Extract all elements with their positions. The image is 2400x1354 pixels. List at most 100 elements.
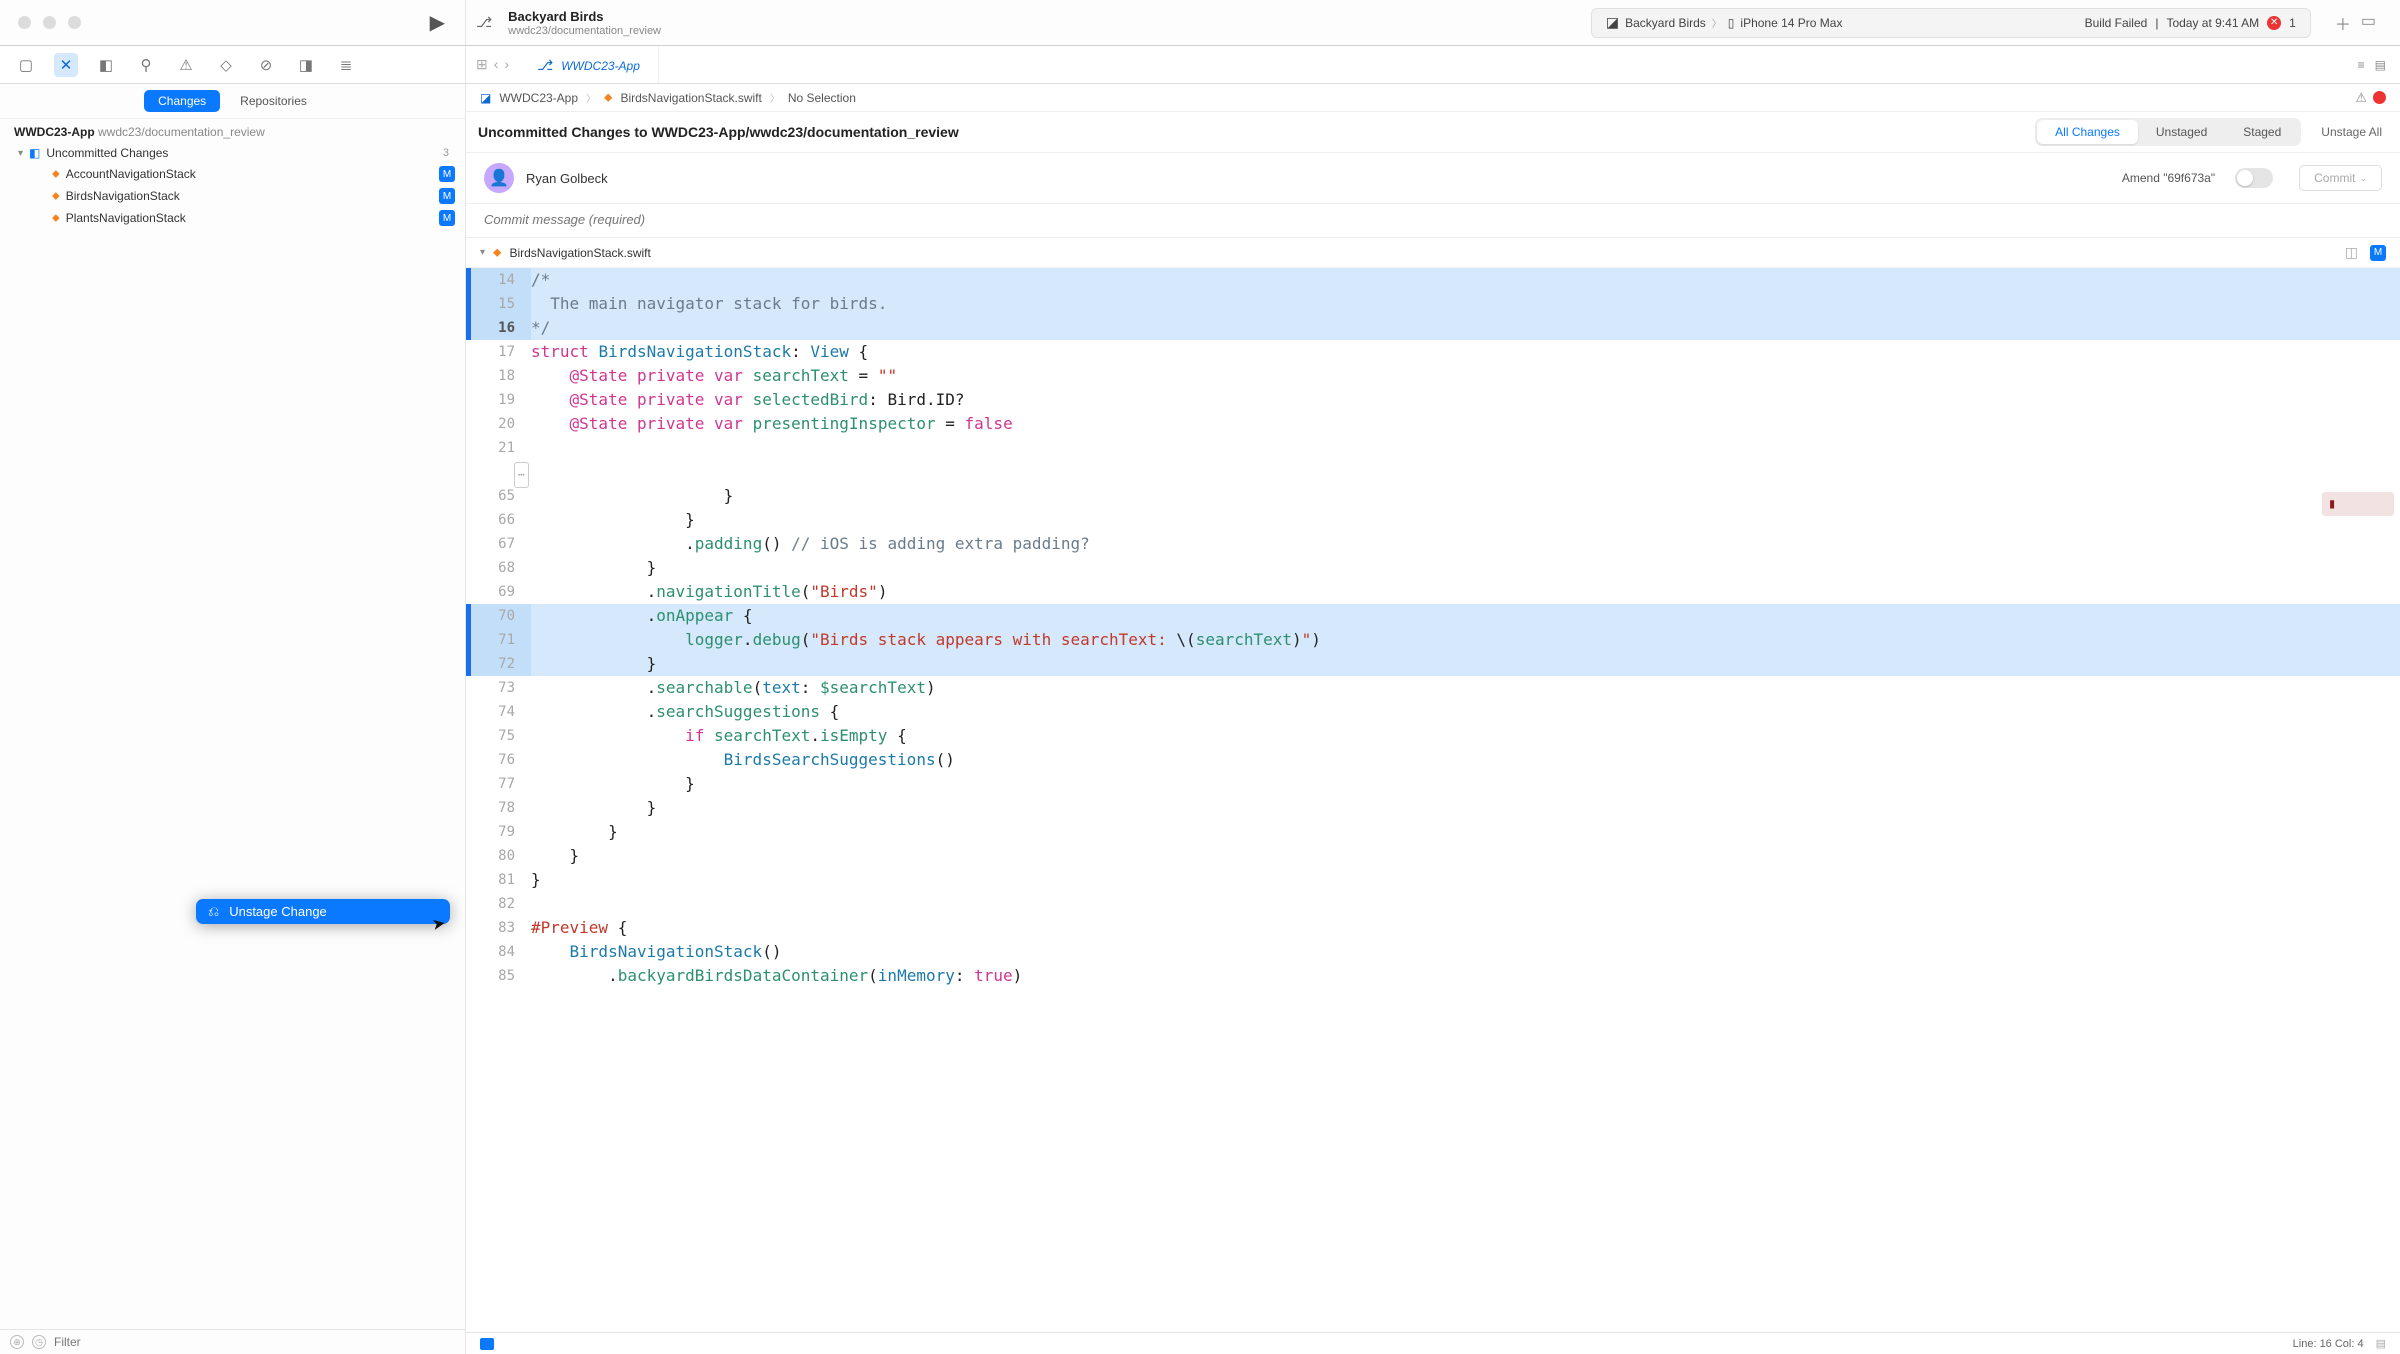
split-diff-icon[interactable]: ◫ bbox=[2345, 244, 2358, 261]
code-line[interactable]: ⋯ bbox=[466, 460, 2400, 484]
scheme-name[interactable]: Backyard Birds bbox=[1625, 16, 1706, 30]
swift-file-icon: ⬥ bbox=[52, 190, 60, 203]
segment-unstaged[interactable]: Unstaged bbox=[2138, 120, 2225, 144]
code-line[interactable]: 67 .padding() // iOS is adding extra pad… bbox=[466, 532, 2400, 556]
jumpbar-item-1[interactable]: BirdsNavigationStack.swift bbox=[620, 91, 761, 105]
source-control-nav-icon[interactable]: ✕ bbox=[54, 53, 78, 77]
swift-file-icon: ⬥ bbox=[604, 90, 612, 105]
code-line[interactable]: 72 } bbox=[466, 652, 2400, 676]
related-items-icon[interactable]: ⊞ bbox=[476, 56, 488, 73]
code-line[interactable]: 76 BirdsSearchSuggestions() bbox=[466, 748, 2400, 772]
code-editor[interactable]: ▮ 14/*15 The main navigator stack for bi… bbox=[466, 268, 2400, 1332]
code-line[interactable]: 73 .searchable(text: $searchText) bbox=[466, 676, 2400, 700]
go-back-icon[interactable]: ‹ bbox=[494, 56, 499, 73]
code-line[interactable]: 80 } bbox=[466, 844, 2400, 868]
chevron-right-icon: 〉 bbox=[1712, 15, 1722, 30]
tests-nav-icon[interactable]: ◇ bbox=[214, 56, 238, 74]
code-line[interactable]: 19 @State private var selectedBird: Bird… bbox=[466, 388, 2400, 412]
code-line[interactable]: 20 @State private var presentingInspecto… bbox=[466, 412, 2400, 436]
chevron-down-icon: ⌄ bbox=[2359, 173, 2367, 184]
segment-all-changes[interactable]: All Changes bbox=[2037, 120, 2138, 144]
activity-view[interactable]: ◪ Backyard Birds 〉 ▯ iPhone 14 Pro Max B… bbox=[1591, 8, 2311, 38]
project-title: Backyard Birds bbox=[508, 9, 661, 24]
commit-message-input[interactable] bbox=[484, 212, 2382, 227]
code-line[interactable]: 78 } bbox=[466, 796, 2400, 820]
editor-tab[interactable]: ⎇ WWDC23-App bbox=[519, 46, 659, 83]
error-icon[interactable] bbox=[2373, 91, 2386, 104]
bookmark-ribbon[interactable]: ▮ bbox=[2322, 492, 2394, 516]
device-name[interactable]: iPhone 14 Pro Max bbox=[1740, 16, 1842, 30]
filter-clock-icon[interactable]: ◷ bbox=[32, 1335, 46, 1349]
report-nav-icon[interactable]: ≣ bbox=[334, 56, 358, 74]
code-line[interactable]: 21 bbox=[466, 436, 2400, 460]
stage-icon: ◧ bbox=[29, 146, 40, 160]
unstage-all-button[interactable]: Unstage All bbox=[2321, 125, 2382, 139]
code-line[interactable]: 75 if searchText.isEmpty { bbox=[466, 724, 2400, 748]
outline-icon[interactable]: ▤ bbox=[2376, 1337, 2386, 1350]
segment-repositories[interactable]: Repositories bbox=[226, 90, 321, 112]
warning-icon[interactable]: ⚠ bbox=[2355, 90, 2367, 106]
breakpoint-nav-icon[interactable]: ◨ bbox=[294, 56, 318, 74]
sidebar-uncommitted-root[interactable]: ▾ ◧ Uncommitted Changes 3 bbox=[0, 143, 465, 163]
folder-nav-icon[interactable]: ▢ bbox=[14, 56, 38, 74]
close-window-icon[interactable] bbox=[18, 16, 31, 29]
unstage-change-item[interactable]: Unstage Change bbox=[229, 904, 446, 919]
code-line[interactable]: 16*/ bbox=[466, 316, 2400, 340]
sidebar-file-0[interactable]: ⬥ AccountNavigationStack M bbox=[0, 163, 465, 185]
zoom-window-icon[interactable] bbox=[68, 16, 81, 29]
segment-staged[interactable]: Staged bbox=[2225, 120, 2299, 144]
context-menu[interactable]: ⎌ Unstage Change bbox=[196, 899, 450, 924]
adjust-editor-icon[interactable]: ▤ bbox=[2375, 58, 2386, 72]
issues-nav-icon[interactable]: ⚠ bbox=[174, 56, 198, 74]
code-line[interactable]: 83#Preview { bbox=[466, 916, 2400, 940]
minimize-window-icon[interactable] bbox=[43, 16, 56, 29]
amend-toggle[interactable] bbox=[2235, 168, 2273, 188]
editor-options-icon[interactable]: ≡ bbox=[2358, 58, 2365, 72]
error-count-badge[interactable]: ✕ bbox=[2267, 16, 2281, 30]
sidebar-file-1[interactable]: ⬥ BirdsNavigationStack M bbox=[0, 185, 465, 207]
jumpbar-item-2[interactable]: No Selection bbox=[788, 91, 856, 105]
code-line[interactable]: 85 .backyardBirdsDataContainer(inMemory:… bbox=[466, 964, 2400, 988]
changes-filter-segment[interactable]: All Changes Unstaged Staged bbox=[2035, 118, 2301, 146]
code-line[interactable]: 79 } bbox=[466, 820, 2400, 844]
unstage-icon: ⎌ bbox=[200, 903, 219, 920]
segment-changes[interactable]: Changes bbox=[144, 90, 220, 112]
disclosure-icon[interactable]: ▾ bbox=[18, 148, 23, 159]
debug-nav-icon[interactable]: ⊘ bbox=[254, 56, 278, 74]
commit-button[interactable]: Commit ⌄ bbox=[2299, 165, 2382, 191]
filter-scope-icon[interactable]: ⊕ bbox=[10, 1335, 24, 1349]
disclosure-icon[interactable]: ▾ bbox=[480, 247, 485, 258]
code-line[interactable]: 18 @State private var searchText = "" bbox=[466, 364, 2400, 388]
library-button[interactable]: ▭ bbox=[2361, 11, 2376, 35]
jumpbar-item-0[interactable]: WWDC23-App bbox=[499, 91, 578, 105]
filter-input[interactable] bbox=[54, 1335, 455, 1349]
run-button[interactable]: ▶ bbox=[430, 10, 445, 35]
code-line[interactable]: 81} bbox=[466, 868, 2400, 892]
code-line[interactable]: 68 } bbox=[466, 556, 2400, 580]
code-line[interactable]: 82 bbox=[466, 892, 2400, 916]
go-forward-icon[interactable]: › bbox=[504, 56, 509, 73]
fold-icon[interactable]: ⋯ bbox=[514, 462, 529, 488]
tab-label: WWDC23-App bbox=[561, 59, 640, 73]
code-line[interactable]: 65 } bbox=[466, 484, 2400, 508]
status-bar: Line: 16 Col: 4 ▤ bbox=[466, 1332, 2400, 1354]
add-button[interactable]: ＋ bbox=[2335, 11, 2351, 35]
file-name: BirdsNavigationStack.swift bbox=[509, 246, 650, 260]
amend-label: Amend "69f673a" bbox=[2122, 171, 2215, 185]
code-line[interactable]: 69 .navigationTitle("Birds") bbox=[466, 580, 2400, 604]
code-line[interactable]: 84 BirdsNavigationStack() bbox=[466, 940, 2400, 964]
file-label: BirdsNavigationStack bbox=[66, 189, 433, 203]
window-controls[interactable] bbox=[0, 16, 81, 29]
find-nav-icon[interactable]: ⚲ bbox=[134, 56, 158, 74]
bookmark-nav-icon[interactable]: ◧ bbox=[94, 56, 118, 74]
jump-bar[interactable]: ◪ WWDC23-App 〉 ⬥ BirdsNavigationStack.sw… bbox=[466, 84, 2400, 112]
code-line[interactable]: 66 } bbox=[466, 508, 2400, 532]
code-line[interactable]: 77 } bbox=[466, 772, 2400, 796]
code-line[interactable]: 15 The main navigator stack for birds. bbox=[466, 292, 2400, 316]
sidebar-file-2[interactable]: ⬥ PlantsNavigationStack M bbox=[0, 207, 465, 229]
code-line[interactable]: 70 .onAppear { bbox=[466, 604, 2400, 628]
code-line[interactable]: 71 logger.debug("Birds stack appears wit… bbox=[466, 628, 2400, 652]
code-line[interactable]: 74 .searchSuggestions { bbox=[466, 700, 2400, 724]
code-line[interactable]: 17struct BirdsNavigationStack: View { bbox=[466, 340, 2400, 364]
code-line[interactable]: 14/* bbox=[466, 268, 2400, 292]
